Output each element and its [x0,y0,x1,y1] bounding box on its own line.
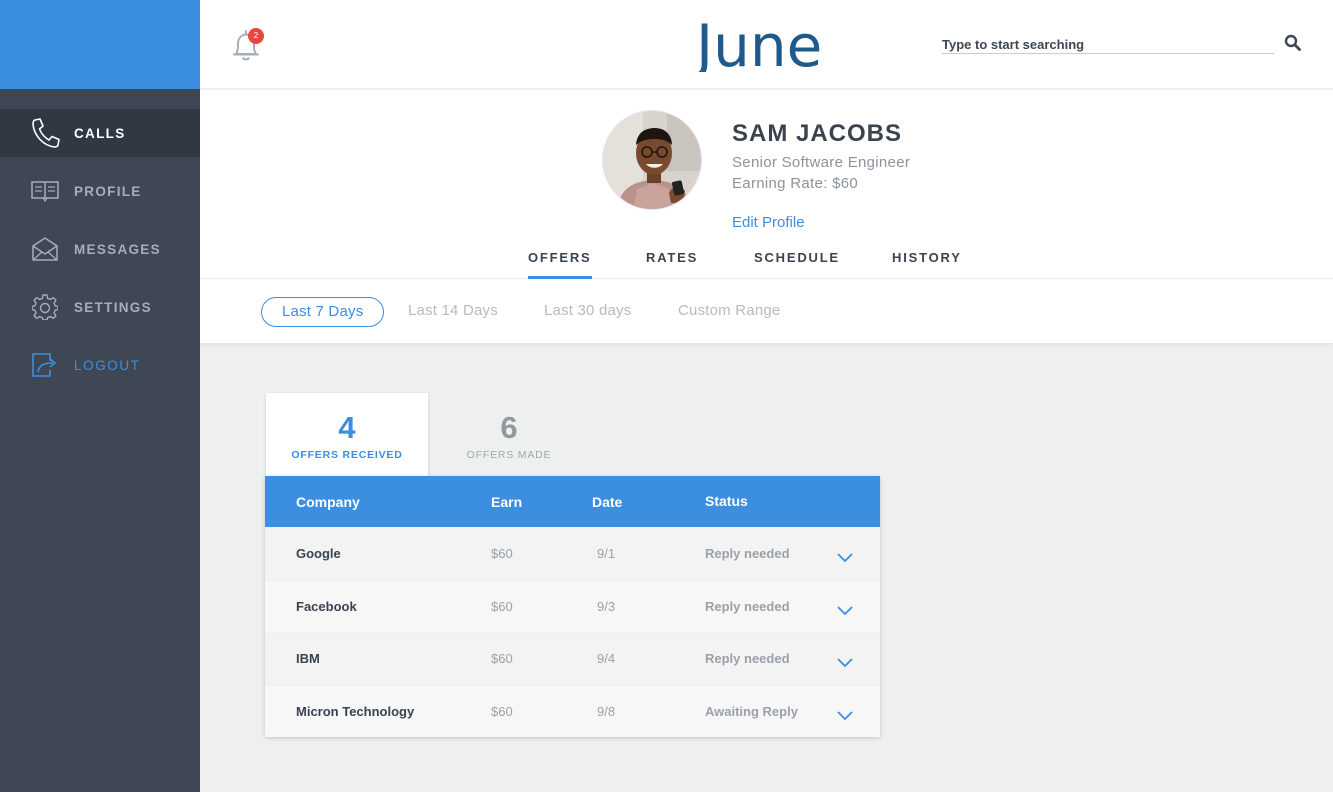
search-icon[interactable] [1284,34,1302,52]
sidebar-top-bar [0,0,200,89]
search-field [942,34,1274,54]
offers-table: Company Earn Date Status Google $60 9/1 … [265,476,880,737]
cell-earn: $60 [491,651,513,666]
table-body: Google $60 9/1 Reply needed Facebook $60… [265,527,880,737]
cell-status: Awaiting Reply [705,703,798,719]
cell-date: 9/3 [597,598,616,614]
sidebar-item-profile[interactable]: PROFILE [0,167,200,215]
range-custom[interactable]: Custom Range [678,297,780,327]
cell-earn: $60 [491,546,513,561]
profile-title: Senior Software Engineer [732,154,911,171]
offers-made-label: OFFERS MADE [466,449,552,461]
envelope-icon [30,234,60,264]
profile-section: SAM JACOBS Senior Software Engineer Earn… [200,90,1333,344]
cell-status: Reply needed [705,598,790,614]
cell-earn: $60 [491,598,513,614]
tab-rates[interactable]: RATES [646,250,698,279]
offers-made-tab[interactable]: 6 OFFERS MADE [428,393,590,476]
table-header: Company Earn Date Status [265,476,880,527]
top-header: 2 June [200,0,1333,89]
cell-earn: $60 [491,703,513,719]
tab-history[interactable]: HISTORY [892,250,962,279]
offers-received-label: OFFERS RECEIVED [291,449,403,461]
table-row[interactable]: Facebook $60 9/3 Reply needed [265,579,880,633]
sidebar-item-settings[interactable]: SETTINGS [0,283,200,331]
offers-made-count: 6 [500,410,518,445]
range-last-30-days[interactable]: Last 30 days [544,297,631,327]
chevron-down-icon[interactable] [836,550,854,563]
sidebar-item-label: SETTINGS [74,299,152,315]
cell-status: Reply needed [705,546,790,561]
cell-company: Facebook [296,598,357,614]
sidebar: CALLS PROFILE MESSAGES SETTINGS LOGOUT [0,0,200,792]
sidebar-item-label: CALLS [74,125,126,141]
gear-icon [30,292,60,322]
offers-received-count: 4 [338,410,356,445]
range-last-14-days[interactable]: Last 14 Days [408,297,498,327]
cell-status: Reply needed [705,651,790,666]
chevron-down-icon[interactable] [836,655,854,668]
chevron-down-icon[interactable] [836,708,854,720]
sidebar-item-label: MESSAGES [74,241,161,257]
chevron-down-icon[interactable] [836,603,854,615]
sidebar-nav: CALLS PROFILE MESSAGES SETTINGS LOGOUT [0,109,200,389]
profile-earning-rate: Earning Rate: $60 [732,175,859,192]
cell-company: IBM [296,651,320,666]
sidebar-item-label: PROFILE [74,183,142,199]
phone-icon [30,118,60,148]
column-header-earn[interactable]: Earn [491,494,522,510]
cell-company: Micron Technology [296,703,415,719]
svg-text:June: June [696,16,822,72]
offers-received-tab[interactable]: 4 OFFERS RECEIVED [266,393,428,476]
sidebar-item-label: LOGOUT [74,357,141,373]
column-header-date[interactable]: Date [592,494,622,510]
notification-badge: 2 [248,28,264,44]
tab-offers[interactable]: OFFERS [528,250,592,279]
date-range-filter: Last 7 Days Last 14 Days Last 30 days Cu… [200,280,1333,344]
sidebar-item-logout[interactable]: LOGOUT [0,341,200,389]
edit-profile-link[interactable]: Edit Profile [732,214,805,231]
book-icon [30,176,60,206]
profile-name: SAM JACOBS [732,120,903,147]
sidebar-item-calls[interactable]: CALLS [0,109,200,157]
profile-tabs: OFFERS RATES SCHEDULE HISTORY [200,250,1333,279]
sidebar-item-messages[interactable]: MESSAGES [0,225,200,273]
table-row[interactable]: Google $60 9/1 Reply needed [265,527,880,580]
cell-date: 9/4 [597,651,616,666]
table-row[interactable]: IBM $60 9/4 Reply needed [265,632,880,685]
logout-icon [30,350,60,380]
cell-company: Google [296,546,341,561]
column-header-company[interactable]: Company [296,494,360,510]
column-header-status[interactable]: Status [705,493,748,509]
table-row[interactable]: Micron Technology $60 9/8 Awaiting Reply [265,684,880,738]
avatar [602,110,702,210]
cell-date: 9/1 [597,546,616,561]
search-input[interactable] [942,34,1274,52]
cell-date: 9/8 [597,703,616,719]
tab-schedule[interactable]: SCHEDULE [754,250,840,279]
june-logo[interactable]: June [693,12,838,80]
range-last-7-days[interactable]: Last 7 Days [261,297,385,327]
